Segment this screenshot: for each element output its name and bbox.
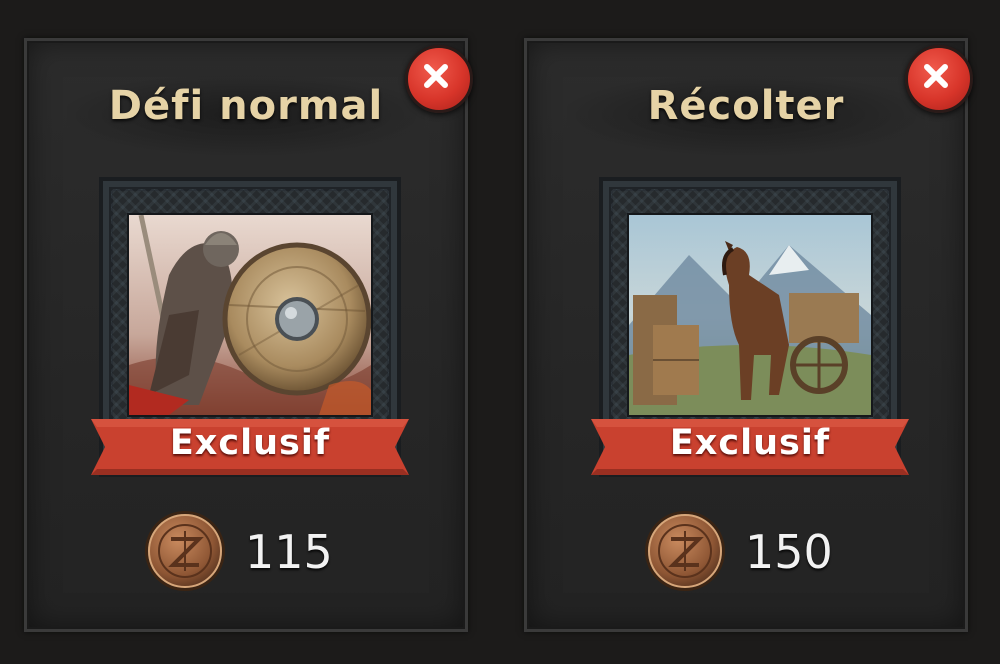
exclusive-label: Exclusif	[669, 423, 831, 463]
close-button[interactable]	[405, 45, 473, 113]
bronze-emblem-coin-icon	[645, 511, 725, 591]
cost-row: 150	[527, 505, 965, 595]
close-icon	[424, 64, 448, 88]
card-title: Défi normal	[108, 83, 384, 129]
close-button[interactable]	[905, 45, 973, 113]
skill-card-recolter[interactable]: Récolter Exclusif 150	[524, 38, 973, 632]
exclusive-label: Exclusif	[169, 423, 331, 463]
close-icon	[924, 64, 948, 88]
cost-row: 115	[27, 505, 465, 595]
exclusive-ribbon: Exclusif	[591, 413, 909, 479]
bronze-emblem-coin-icon	[145, 511, 225, 591]
cost-value: 150	[745, 525, 833, 579]
skill-card-defi-normal[interactable]: Défi normal Exclusif 115	[24, 38, 473, 632]
cost-value: 115	[245, 525, 333, 579]
horse-cart-illustration	[629, 215, 871, 415]
card-title: Récolter	[647, 83, 845, 129]
exclusive-ribbon: Exclusif	[91, 413, 409, 479]
warrior-shield-illustration	[129, 215, 371, 415]
